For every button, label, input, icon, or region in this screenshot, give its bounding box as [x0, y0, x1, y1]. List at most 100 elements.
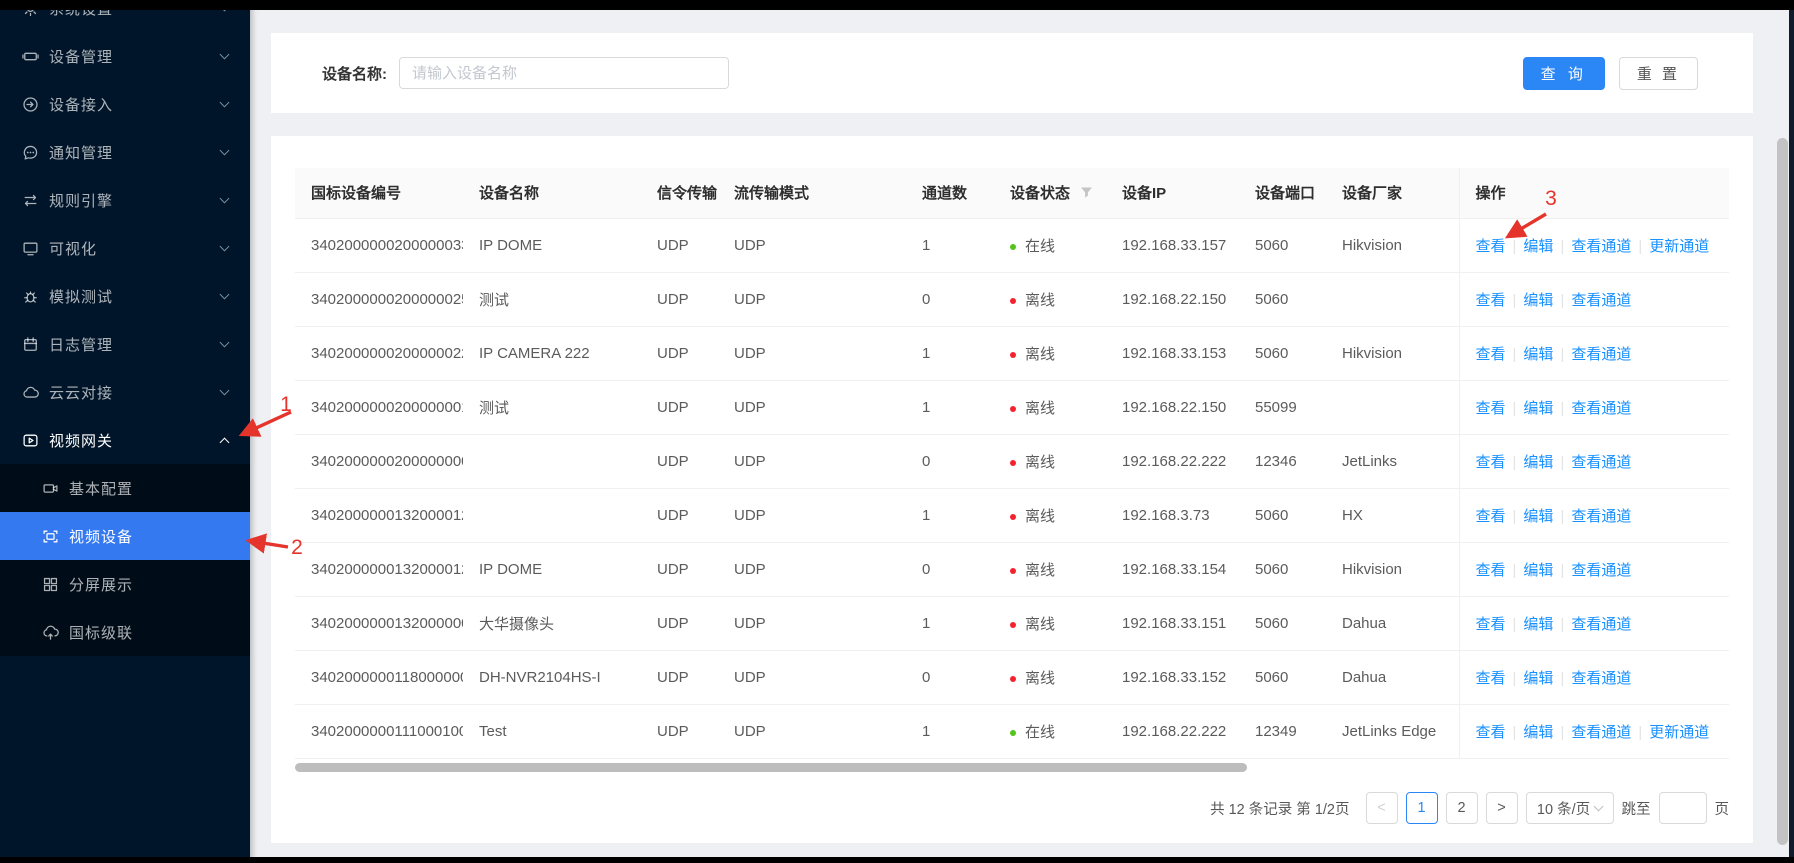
op-link-1[interactable]: 编辑	[1523, 346, 1553, 363]
pagination-total: 共 12 条记录 第 1/2页	[1210, 798, 1349, 819]
sidebar-item-visual[interactable]: 可视化	[0, 224, 250, 272]
menu-item-label: 模拟测试	[49, 286, 221, 307]
op-link-2[interactable]: 查看通道	[1571, 454, 1631, 471]
op-link-1[interactable]: 编辑	[1523, 400, 1553, 417]
rules-icon	[22, 192, 39, 209]
op-link-0[interactable]: 查看	[1476, 616, 1506, 633]
sidebar-item-log[interactable]: 日志管理	[0, 320, 250, 368]
page-button-1[interactable]: 1	[1406, 792, 1438, 824]
op-link-0[interactable]: 查看	[1476, 238, 1506, 255]
op-link-2[interactable]: 查看通道	[1571, 562, 1631, 579]
filter-funnel-icon[interactable]	[1080, 186, 1093, 199]
op-link-0[interactable]: 查看	[1476, 292, 1506, 309]
cell-id: 34020000002000000250	[295, 272, 463, 326]
table-row: 34020000002000000015测试UDPUDP1离线192.168.2…	[295, 380, 1729, 434]
op-separator: |	[1513, 616, 1517, 633]
status-text: 在线	[1025, 238, 1055, 255]
cell-port: 5060	[1239, 650, 1326, 704]
offline-status-dot	[1010, 406, 1016, 412]
sidebar-item-access[interactable]: 设备接入	[0, 80, 250, 128]
status-text: 离线	[1025, 562, 1055, 579]
op-link-2[interactable]: 查看通道	[1571, 670, 1631, 687]
op-link-1[interactable]: 编辑	[1523, 454, 1553, 471]
page-button-2[interactable]: 2	[1446, 792, 1478, 824]
table-row: 34020000001110001001TestUDPUDP1在线192.168…	[295, 704, 1729, 758]
device-table: 国标设备编号设备名称信令传输流传输模式通道数设备状态设备IP设备端口设备厂家操作…	[295, 168, 1729, 759]
cell-vendor: Dahua	[1326, 650, 1459, 704]
cell-status: 在线	[994, 218, 1106, 272]
op-link-1[interactable]: 编辑	[1523, 724, 1553, 741]
cell-stream: UDP	[718, 650, 906, 704]
op-link-2[interactable]: 查看通道	[1571, 508, 1631, 525]
op-link-2[interactable]: 查看通道	[1571, 292, 1631, 309]
reset-button[interactable]: 重 置	[1619, 57, 1698, 90]
sidebar-item-gateway[interactable]: 视频网关	[0, 416, 250, 464]
cell-status: 离线	[994, 542, 1106, 596]
op-separator: |	[1513, 400, 1517, 417]
op-link-1[interactable]: 编辑	[1523, 292, 1553, 309]
device-table-wrap: 国标设备编号设备名称信令传输流传输模式通道数设备状态设备IP设备端口设备厂家操作…	[295, 168, 1729, 759]
op-separator: |	[1513, 346, 1517, 363]
table-row: 34020000001320000123IP DOMEUDPUDP0离线192.…	[295, 542, 1729, 596]
offline-status-dot	[1010, 622, 1016, 628]
visual-icon	[22, 240, 39, 257]
op-link-0[interactable]: 查看	[1476, 346, 1506, 363]
cell-channels: 1	[906, 704, 994, 758]
column-header-signaling: 信令传输	[641, 168, 718, 218]
op-link-1[interactable]: 编辑	[1523, 562, 1553, 579]
op-link-0[interactable]: 查看	[1476, 454, 1506, 471]
op-link-1[interactable]: 编辑	[1523, 670, 1553, 687]
cell-channels: 1	[906, 218, 994, 272]
op-link-2[interactable]: 查看通道	[1571, 616, 1631, 633]
op-link-0[interactable]: 查看	[1476, 724, 1506, 741]
op-link-2[interactable]: 查看通道	[1571, 238, 1631, 255]
op-link-2[interactable]: 查看通道	[1571, 346, 1631, 363]
op-link-0[interactable]: 查看	[1476, 562, 1506, 579]
cell-vendor	[1326, 380, 1459, 434]
op-link-0[interactable]: 查看	[1476, 508, 1506, 525]
op-link-1[interactable]: 编辑	[1523, 238, 1553, 255]
op-separator: |	[1638, 724, 1642, 741]
op-link-0[interactable]: 查看	[1476, 400, 1506, 417]
horizontal-scrollbar[interactable]	[295, 763, 1247, 772]
cell-status: 离线	[994, 650, 1106, 704]
page-size-select[interactable]: 10 条/页	[1526, 792, 1614, 824]
jump-page-input[interactable]	[1659, 792, 1707, 824]
cell-id: 34020000001180000001	[295, 650, 463, 704]
sidebar-subitem-config[interactable]: 基本配置	[0, 464, 250, 512]
cell-port: 55099	[1239, 380, 1326, 434]
op-link-0[interactable]: 查看	[1476, 670, 1506, 687]
op-link-2[interactable]: 查看通道	[1571, 400, 1631, 417]
app-window: 系统设置设备管理设备接入通知管理规则引擎可视化模拟测试日志管理云云对接视频网关基…	[0, 0, 1794, 863]
jump-label: 跳至	[1622, 798, 1651, 819]
cell-channels: 0	[906, 434, 994, 488]
query-button[interactable]: 查 询	[1523, 57, 1605, 90]
op-link-3[interactable]: 更新通道	[1649, 238, 1709, 255]
op-link-1[interactable]: 编辑	[1523, 508, 1553, 525]
cell-vendor	[1326, 272, 1459, 326]
status-text: 离线	[1025, 292, 1055, 309]
sidebar-item-rules[interactable]: 规则引擎	[0, 176, 250, 224]
op-link-3[interactable]: 更新通道	[1649, 724, 1709, 741]
vertical-scrollbar[interactable]	[1777, 138, 1788, 845]
sidebar-subitem-videodev[interactable]: 视频设备	[0, 512, 250, 560]
cell-ops: 查看|编辑|查看通道|更新通道	[1459, 218, 1729, 272]
cell-signaling: UDP	[641, 326, 718, 380]
device-name-input[interactable]	[399, 57, 729, 89]
sidebar-subitem-cascade[interactable]: 国标级联	[0, 608, 250, 656]
next-page-button[interactable]: >	[1486, 792, 1518, 824]
table-row: 34020000002000000333IP DOMEUDPUDP1在线192.…	[295, 218, 1729, 272]
prev-page-button[interactable]: <	[1366, 792, 1398, 824]
op-link-2[interactable]: 查看通道	[1571, 724, 1631, 741]
cell-name: Test	[463, 704, 641, 758]
sidebar-subitem-split[interactable]: 分屏展示	[0, 560, 250, 608]
op-link-1[interactable]: 编辑	[1523, 616, 1553, 633]
sidebar-item-cloud[interactable]: 云云对接	[0, 368, 250, 416]
log-icon	[22, 336, 39, 353]
sidebar-item-notify[interactable]: 通知管理	[0, 128, 250, 176]
cell-ip: 192.168.22.222	[1106, 704, 1239, 758]
sidebar-item-device[interactable]: 设备管理	[0, 32, 250, 80]
split-icon	[42, 576, 59, 593]
cell-ip: 192.168.33.153	[1106, 326, 1239, 380]
sidebar-item-bug[interactable]: 模拟测试	[0, 272, 250, 320]
